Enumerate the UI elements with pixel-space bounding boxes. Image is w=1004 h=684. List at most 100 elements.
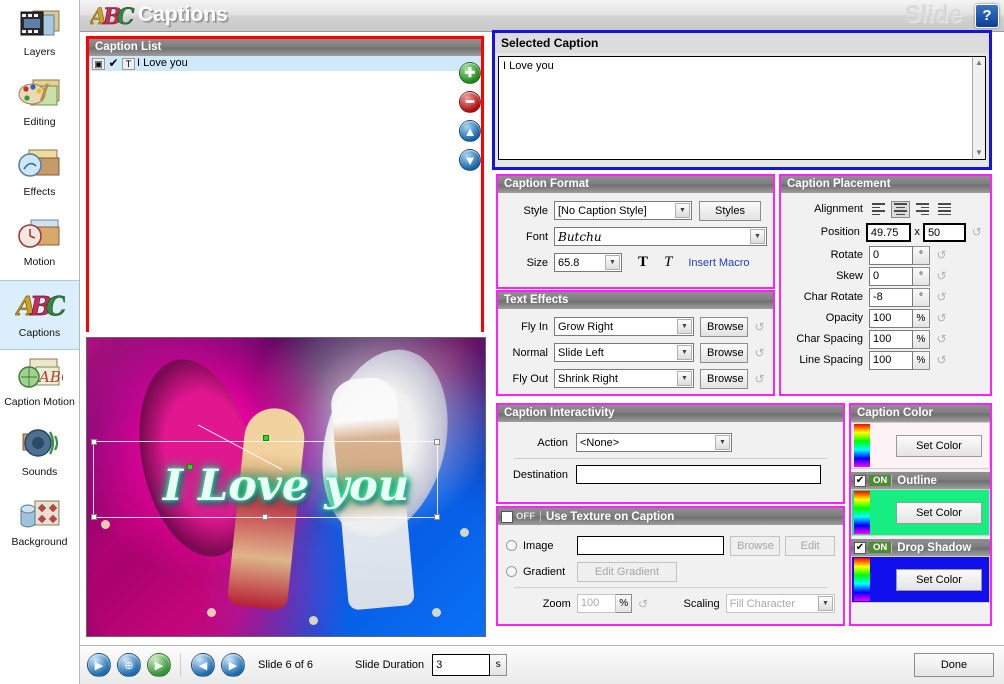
chevron-down-icon[interactable]: ▼ bbox=[605, 255, 620, 270]
sidebar-item-layers[interactable]: Layers bbox=[0, 0, 79, 70]
chevron-down-icon[interactable]: ▼ bbox=[715, 435, 730, 450]
normal-select[interactable]: Slide Left ▼ bbox=[554, 343, 694, 362]
color-gradient-strip[interactable] bbox=[854, 491, 870, 534]
help-button[interactable]: ? bbox=[975, 4, 999, 28]
char-rotate-row: Char Rotate -8 ° ↺ bbox=[785, 287, 984, 307]
color-gradient-strip[interactable] bbox=[854, 424, 870, 467]
move-caption-up-button[interactable]: ▲ bbox=[459, 120, 481, 142]
position-y-input[interactable]: 50 bbox=[922, 222, 966, 242]
sidebar-item-effects[interactable]: Effects bbox=[0, 140, 79, 210]
outline-checkbox[interactable]: ✔ bbox=[854, 474, 866, 487]
fly-in-browse-button[interactable]: Browse bbox=[700, 316, 748, 337]
caption-enabled-checkbox[interactable]: ✔ bbox=[107, 56, 120, 71]
reset-icon[interactable]: ↺ bbox=[752, 371, 767, 386]
selected-caption-textarea[interactable]: I Love you ▲ ▼ bbox=[498, 56, 986, 160]
insert-macro-link[interactable]: Insert Macro bbox=[688, 257, 749, 269]
chevron-down-icon[interactable]: ▼ bbox=[675, 203, 690, 218]
drop-shadow-set-color-button[interactable]: Set Color bbox=[896, 568, 982, 591]
styles-button[interactable]: Styles bbox=[699, 200, 761, 221]
zoom-slide-button[interactable]: ⊕ bbox=[117, 653, 141, 677]
char-rotate-input[interactable]: -8 bbox=[869, 287, 913, 307]
zoom-input[interactable]: 100 bbox=[576, 594, 617, 613]
font-select[interactable]: Butchu ▼ bbox=[554, 227, 767, 246]
scaling-select[interactable]: Fill Character ▼ bbox=[725, 594, 835, 613]
align-center-button[interactable] bbox=[891, 200, 910, 218]
resize-handle[interactable] bbox=[91, 439, 97, 445]
align-left-button[interactable] bbox=[869, 201, 888, 218]
destination-input[interactable] bbox=[576, 465, 821, 484]
sidebar-item-captions[interactable]: A B C Captions bbox=[0, 280, 79, 350]
preview-slide-button[interactable]: ▶ bbox=[87, 653, 111, 677]
fly-in-select[interactable]: Grow Right ▼ bbox=[554, 317, 694, 336]
outline-set-color-button[interactable]: Set Color bbox=[896, 501, 982, 524]
play-slideshow-button[interactable]: ▶ bbox=[147, 653, 171, 677]
fly-out-select[interactable]: Shrink Right ▼ bbox=[554, 369, 694, 388]
resize-handle[interactable] bbox=[262, 514, 268, 520]
resize-handle[interactable] bbox=[434, 439, 440, 445]
scroll-down-icon[interactable]: ▼ bbox=[973, 147, 985, 159]
reset-icon[interactable]: ↺ bbox=[934, 332, 949, 347]
texture-image-radio[interactable] bbox=[506, 540, 517, 551]
reset-icon[interactable]: ↺ bbox=[970, 225, 984, 240]
chevron-down-icon[interactable]: ▼ bbox=[677, 371, 692, 386]
drop-shadow-checkbox[interactable]: ✔ bbox=[854, 541, 866, 554]
reset-icon[interactable]: ↺ bbox=[934, 311, 949, 326]
sidebar-item-background[interactable]: Background bbox=[0, 490, 79, 560]
char-spacing-input[interactable]: 100 bbox=[869, 329, 913, 349]
rotate-input[interactable]: 0 bbox=[869, 245, 913, 265]
line-spacing-input[interactable]: 100 bbox=[869, 350, 913, 370]
position-x-input[interactable]: 49.75 bbox=[865, 222, 912, 242]
chevron-down-icon[interactable]: ▼ bbox=[750, 229, 765, 244]
caption-text-scrollbar[interactable]: ▲ ▼ bbox=[972, 57, 985, 159]
remove-caption-button[interactable]: ━ bbox=[459, 91, 481, 113]
size-select[interactable]: 65.8 ▼ bbox=[554, 253, 622, 272]
resize-handle[interactable] bbox=[91, 514, 97, 520]
rotate-anchor-handle[interactable] bbox=[187, 464, 193, 470]
color-gradient-strip[interactable] bbox=[854, 558, 870, 601]
sidebar-item-sounds[interactable]: Sounds bbox=[0, 420, 79, 490]
use-texture-checkbox[interactable] bbox=[501, 510, 513, 523]
opacity-input[interactable]: 100 bbox=[869, 308, 913, 328]
caption-set-color-button[interactable]: Set Color bbox=[896, 434, 982, 457]
align-right-button[interactable] bbox=[913, 201, 932, 218]
style-select[interactable]: [No Caption Style] ▼ bbox=[554, 201, 692, 220]
reset-icon[interactable]: ↺ bbox=[934, 269, 949, 284]
sidebar-item-caption-motion[interactable]: ABC Caption Motion bbox=[0, 350, 79, 420]
list-item[interactable]: ▣ ✔ T I Love you bbox=[89, 56, 481, 71]
align-justify-button[interactable] bbox=[935, 201, 954, 218]
texture-edit-button[interactable]: Edit bbox=[785, 535, 836, 556]
caption-list[interactable]: ▣ ✔ T I Love you bbox=[89, 56, 481, 332]
reset-icon[interactable]: ↺ bbox=[934, 248, 949, 263]
rotate-handle[interactable] bbox=[263, 435, 269, 441]
normal-browse-button[interactable]: Browse bbox=[700, 342, 748, 363]
scroll-up-icon[interactable]: ▲ bbox=[973, 57, 985, 69]
reset-icon[interactable]: ↺ bbox=[636, 596, 650, 611]
texture-browse-button[interactable]: Browse bbox=[730, 535, 781, 556]
texture-image-input[interactable] bbox=[576, 536, 725, 555]
caption-bounding-box[interactable] bbox=[91, 435, 440, 520]
fly-out-browse-button[interactable]: Browse bbox=[700, 368, 748, 389]
chevron-down-icon[interactable]: ▼ bbox=[677, 345, 692, 360]
action-select[interactable]: <None> ▼ bbox=[576, 433, 732, 452]
chevron-down-icon[interactable]: ▼ bbox=[818, 596, 833, 611]
move-caption-down-button[interactable]: ▼ bbox=[459, 149, 481, 171]
reset-icon[interactable]: ↺ bbox=[752, 345, 767, 360]
reset-icon[interactable]: ↺ bbox=[934, 290, 949, 305]
sidebar-item-motion[interactable]: Motion bbox=[0, 210, 79, 280]
sidebar-item-editing[interactable]: Editing bbox=[0, 70, 79, 140]
slide-preview[interactable]: I Love you bbox=[86, 337, 486, 637]
slide-duration-input[interactable]: 3 bbox=[432, 654, 491, 676]
italic-button[interactable]: T bbox=[660, 254, 676, 271]
texture-gradient-radio[interactable] bbox=[506, 566, 517, 577]
next-slide-button[interactable]: ▶ bbox=[221, 653, 245, 677]
bold-button[interactable]: T bbox=[634, 254, 652, 271]
add-caption-button[interactable]: ✚ bbox=[459, 62, 481, 84]
resize-handle[interactable] bbox=[434, 514, 440, 520]
reset-icon[interactable]: ↺ bbox=[752, 319, 767, 334]
done-button[interactable]: Done bbox=[914, 653, 994, 677]
reset-icon[interactable]: ↺ bbox=[934, 353, 949, 368]
edit-gradient-button[interactable]: Edit Gradient bbox=[577, 561, 677, 582]
skew-input[interactable]: 0 bbox=[869, 266, 913, 286]
previous-slide-button[interactable]: ◀ bbox=[191, 653, 215, 677]
chevron-down-icon[interactable]: ▼ bbox=[677, 319, 692, 334]
